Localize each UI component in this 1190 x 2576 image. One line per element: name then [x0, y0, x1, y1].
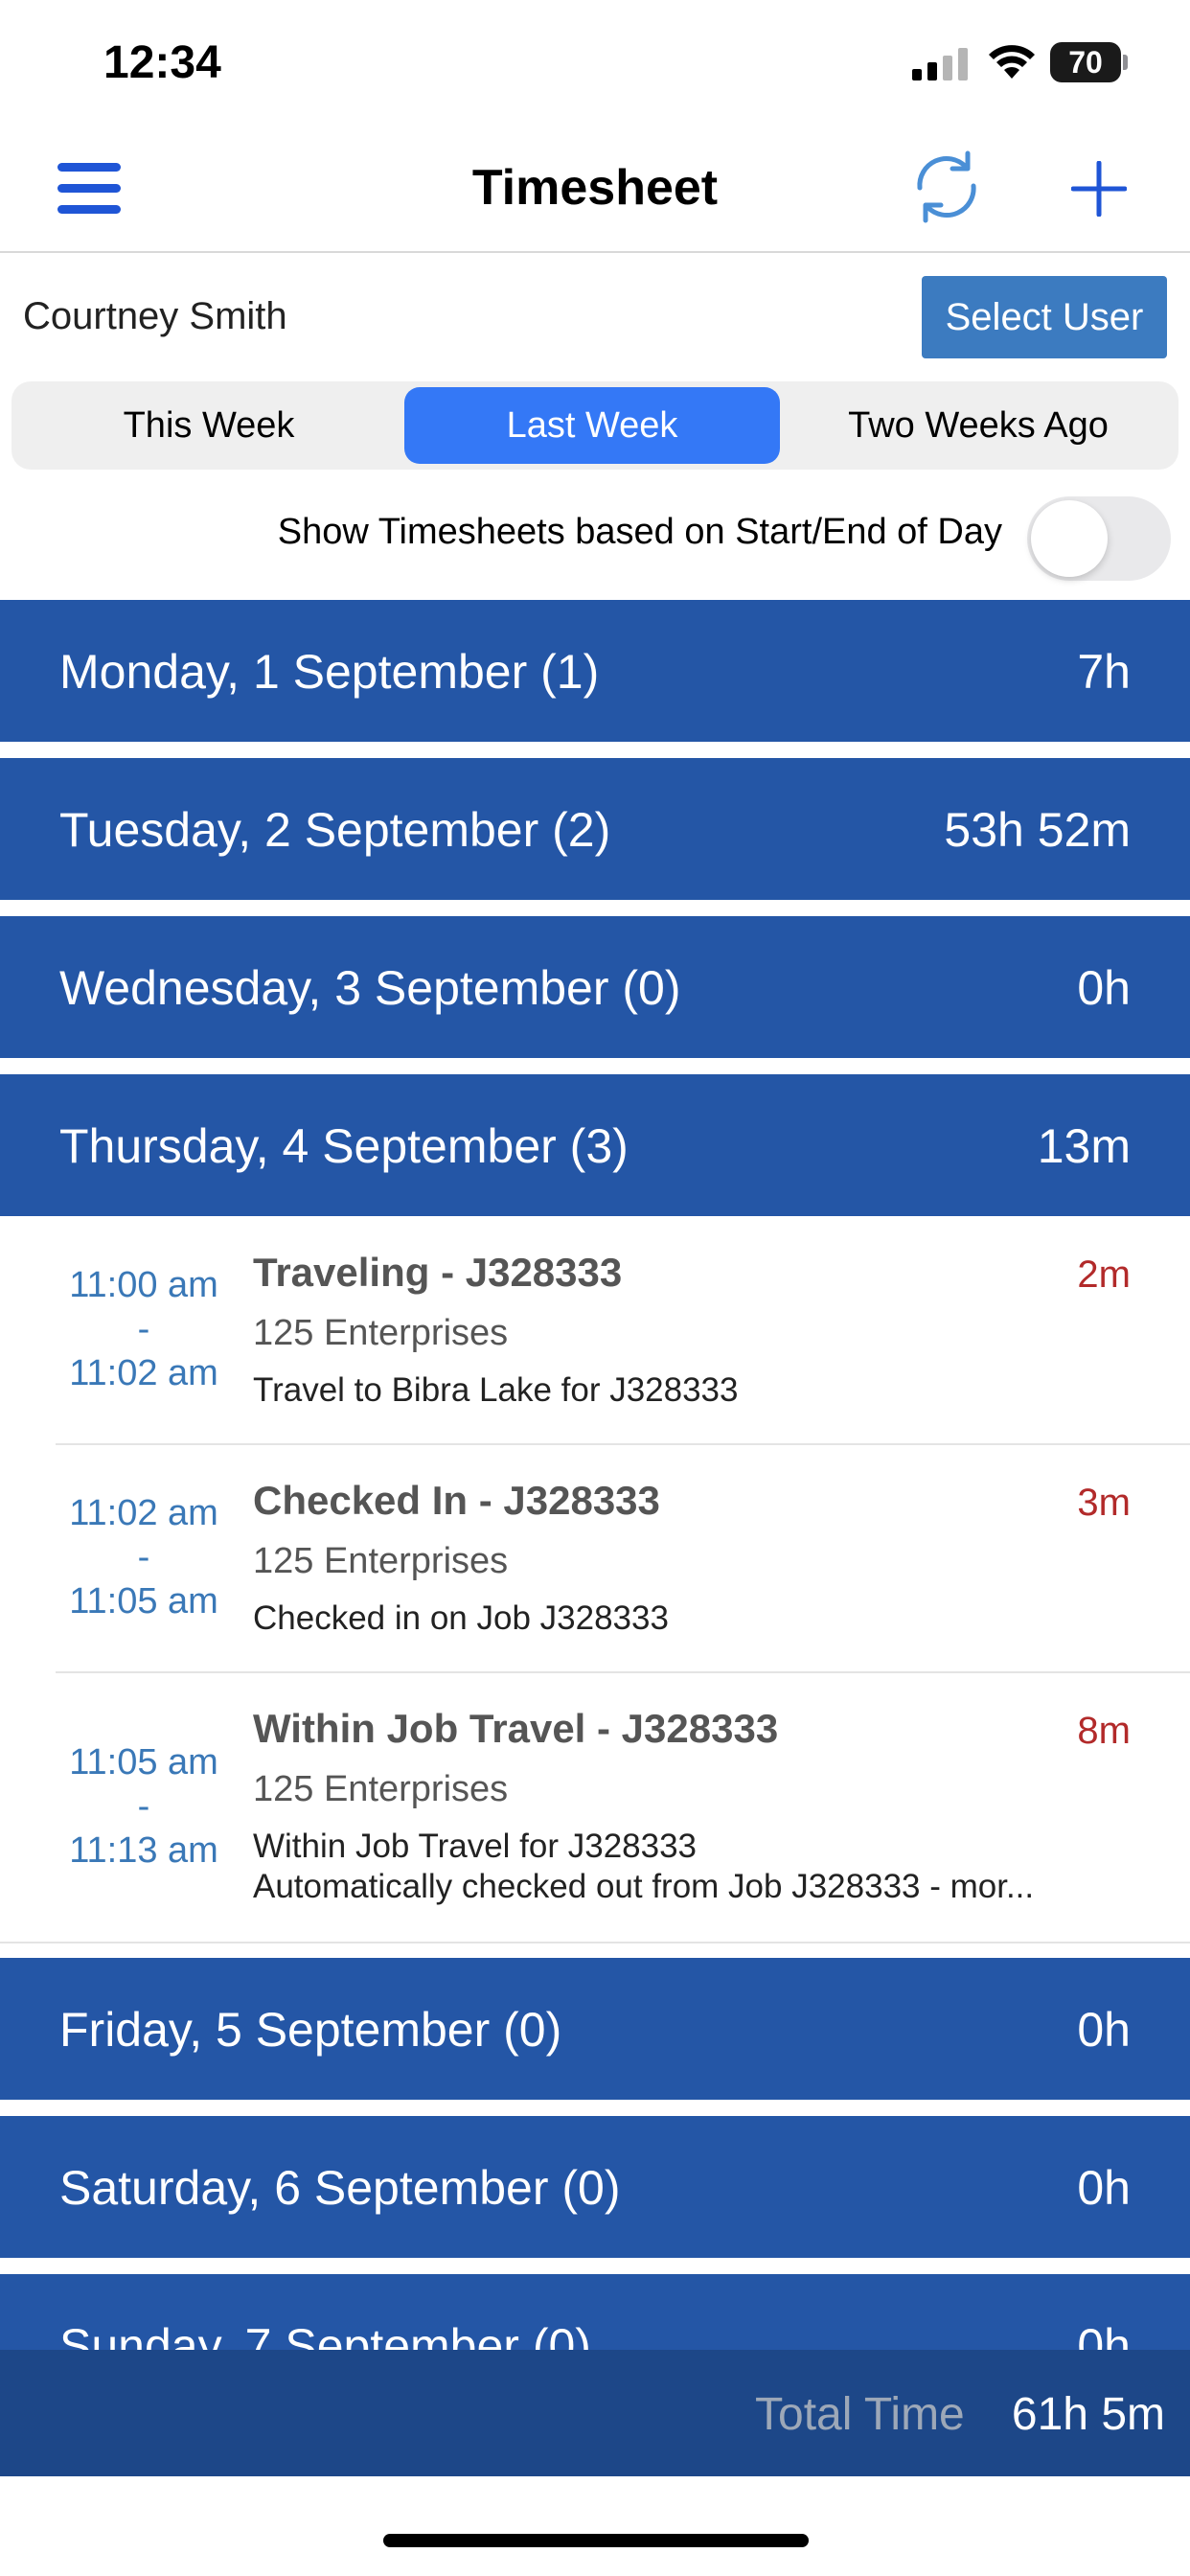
- entry-duration: 8m: [1077, 1710, 1131, 1752]
- day-total: 53h 52m: [944, 803, 1131, 857]
- battery-icon: 70: [1050, 42, 1128, 82]
- status-time: 12:34: [103, 37, 221, 88]
- entry-description: Travel to Bibra Lake for J328333: [253, 1370, 1131, 1411]
- day-title: Saturday, 6 September (0): [59, 2161, 621, 2215]
- entry-duration: 2m: [1077, 1254, 1131, 1296]
- day-header-monday[interactable]: Monday, 1 September (1) 7h: [0, 600, 1190, 742]
- wifi-icon: [989, 45, 1035, 79]
- day-total: 0h: [1077, 961, 1131, 1015]
- toggle-knob: [1031, 500, 1108, 577]
- entry-title: Traveling - J328333: [253, 1250, 623, 1295]
- day-header-tuesday[interactable]: Tuesday, 2 September (2) 53h 52m: [0, 758, 1190, 900]
- select-user-button[interactable]: Select User: [922, 276, 1167, 358]
- status-bar: 12:34 70: [0, 0, 1190, 125]
- total-time-footer: Total Time 61h 5m: [0, 2350, 1190, 2476]
- start-end-of-day-label: Show Timesheets based on Start/End of Da…: [277, 512, 1002, 552]
- total-time-label: Total Time: [755, 2389, 965, 2440]
- day-title: Wednesday, 3 September (0): [59, 961, 681, 1015]
- timesheet-entry[interactable]: 11:02 am - 11:05 am Checked In - J328333…: [0, 1445, 1190, 1673]
- total-time-value: 61h 5m: [1011, 2389, 1165, 2440]
- battery-level: 70: [1050, 42, 1121, 82]
- entry-duration: 3m: [1077, 1482, 1131, 1524]
- entry-start-time: 11:00 am: [69, 1265, 218, 1305]
- entry-title: Within Job Travel - J328333: [253, 1706, 779, 1751]
- day-title: Monday, 1 September (1): [59, 645, 600, 699]
- entry-company: 125 Enterprises: [253, 1541, 509, 1581]
- day-title: Friday, 5 September (0): [59, 2003, 562, 2057]
- entry-time-separator: -: [137, 1309, 150, 1349]
- entry-time-range: 11:05 am - 11:13 am: [46, 1740, 241, 1873]
- page-title: Timesheet: [471, 160, 719, 216]
- entry-start-time: 11:05 am: [69, 1742, 218, 1782]
- refresh-icon[interactable]: [910, 148, 983, 226]
- entry-time-range: 11:02 am - 11:05 am: [46, 1491, 241, 1623]
- entry-end-time: 11:02 am: [69, 1353, 218, 1393]
- day-title: Thursday, 4 September (3): [59, 1119, 629, 1173]
- entry-company: 125 Enterprises: [253, 1769, 509, 1809]
- day-header-saturday[interactable]: Saturday, 6 September (0) 0h: [0, 2116, 1190, 2258]
- entry-description-line: Automatically checked out from Job J3283…: [253, 1868, 1035, 1905]
- timesheet-entry[interactable]: 11:05 am - 11:13 am Within Job Travel - …: [0, 1673, 1190, 1942]
- day-total: 0h: [1077, 2161, 1131, 2215]
- week-segmented-control: This Week Last Week Two Weeks Ago: [11, 381, 1179, 470]
- entry-title: Checked In - J328333: [253, 1478, 660, 1523]
- entries-bottom-divider: [0, 1942, 1190, 1944]
- nav-bar: Timesheet: [0, 125, 1190, 253]
- entry-description: Within Job Travel for J328333 Automatica…: [253, 1827, 1131, 1907]
- entry-description-line: Within Job Travel for J328333: [253, 1828, 698, 1865]
- tab-two-weeks-ago[interactable]: Two Weeks Ago: [784, 387, 1173, 464]
- entry-description-line: Travel to Bibra Lake for J328333: [253, 1371, 739, 1409]
- timesheet-entry[interactable]: 11:00 am - 11:02 am Traveling - J328333 …: [0, 1217, 1190, 1445]
- day-total: 13m: [1037, 1119, 1131, 1173]
- day-header-friday[interactable]: Friday, 5 September (0) 0h: [0, 1958, 1190, 2100]
- entry-time-separator: -: [137, 1537, 150, 1577]
- entry-description: Checked in on Job J328333: [253, 1598, 1131, 1639]
- user-name: Courtney Smith: [23, 295, 287, 337]
- day-header-thursday[interactable]: Thursday, 4 September (3) 13m: [0, 1074, 1190, 1216]
- day-total: 0h: [1077, 2003, 1131, 2057]
- day-title: Tuesday, 2 September (2): [59, 803, 611, 857]
- home-indicator[interactable]: [383, 2534, 809, 2547]
- entry-start-time: 11:02 am: [69, 1493, 218, 1533]
- entry-time-separator: -: [137, 1786, 150, 1827]
- entry-time-range: 11:00 am - 11:02 am: [46, 1263, 241, 1395]
- entry-company: 125 Enterprises: [253, 1313, 509, 1353]
- add-icon[interactable]: [1071, 161, 1127, 217]
- tab-this-week[interactable]: This Week: [17, 387, 400, 464]
- tab-last-week[interactable]: Last Week: [404, 387, 780, 464]
- day-total: 7h: [1077, 645, 1131, 699]
- entry-end-time: 11:05 am: [69, 1581, 218, 1622]
- start-end-of-day-toggle[interactable]: [1027, 496, 1171, 581]
- entry-end-time: 11:13 am: [69, 1830, 218, 1871]
- cellular-signal-icon: [912, 48, 968, 80]
- day-header-wednesday[interactable]: Wednesday, 3 September (0) 0h: [0, 916, 1190, 1058]
- entry-description-line: Checked in on Job J328333: [253, 1599, 669, 1637]
